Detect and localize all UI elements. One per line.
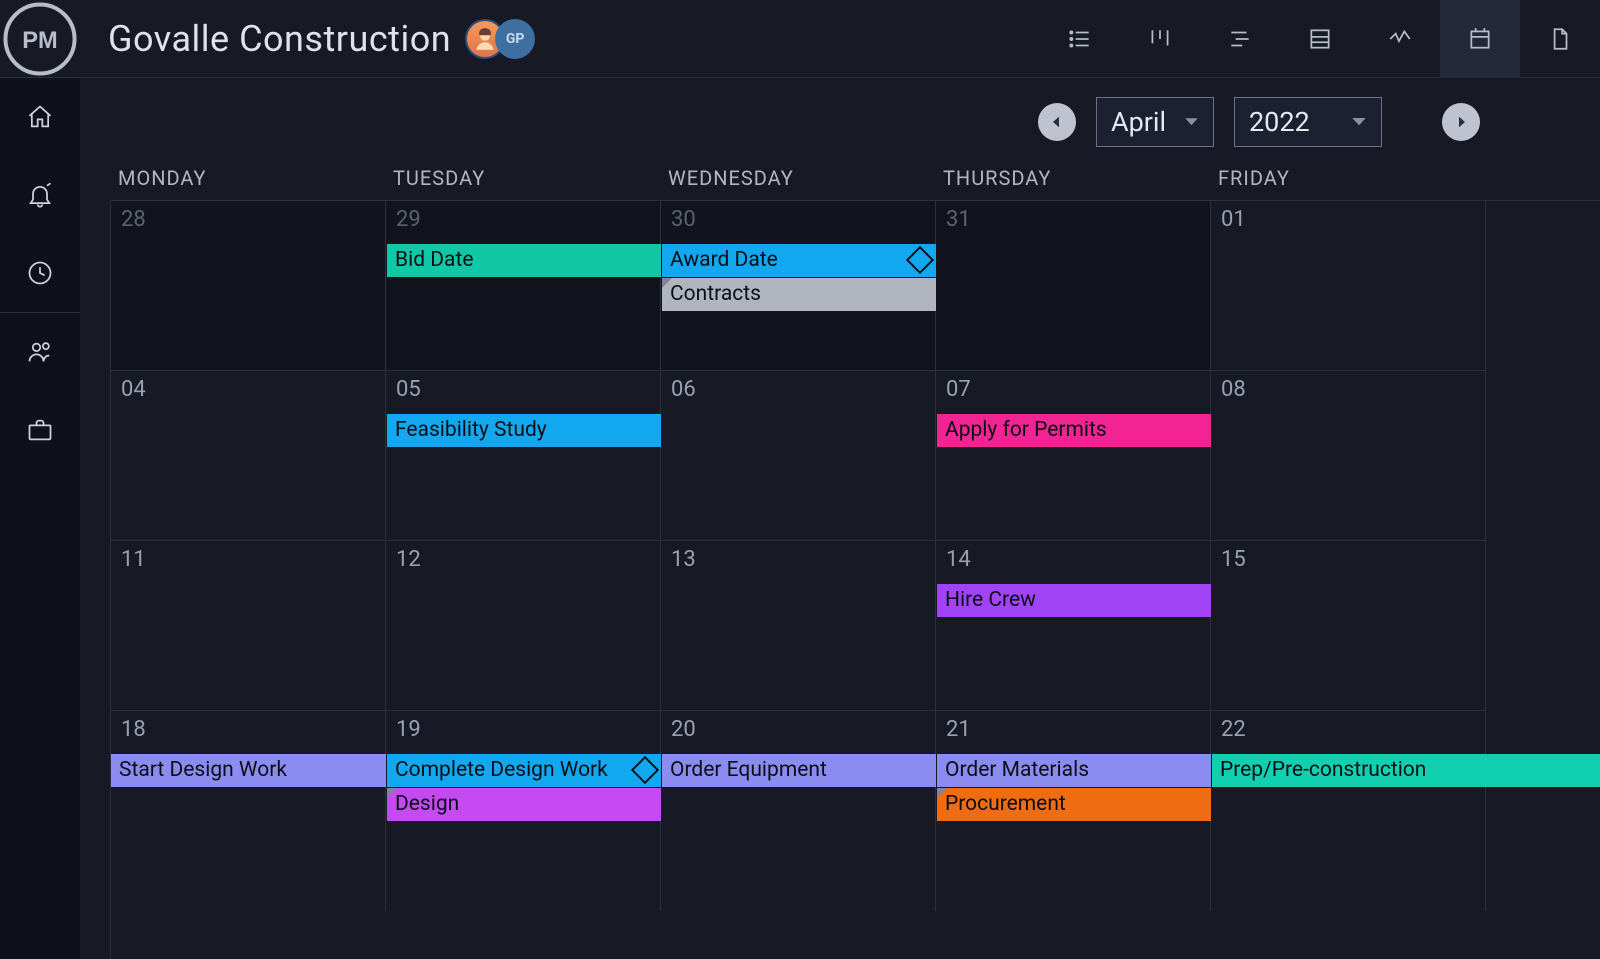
notifications-icon[interactable] (0, 156, 80, 234)
day-cell[interactable]: 13 (661, 541, 936, 711)
day-cell[interactable]: 31 (936, 201, 1211, 371)
day-cell[interactable]: 18 (111, 711, 386, 911)
event-bid-date[interactable]: Bid Date (387, 244, 661, 277)
day-cell[interactable]: 06 (661, 371, 936, 541)
day-cell[interactable]: 01 (1211, 201, 1486, 371)
event-complete-design[interactable]: Complete Design Work (387, 754, 661, 787)
weekday-header: FRIDAY (1218, 166, 1493, 202)
day-cell[interactable]: 11 (111, 541, 386, 711)
event-contracts[interactable]: Contracts (662, 278, 936, 311)
milestone-icon (906, 246, 934, 274)
day-cell[interactable]: 07 (936, 371, 1211, 541)
chevron-down-icon (1351, 116, 1367, 128)
month-select[interactable]: April (1096, 97, 1214, 147)
chevron-down-icon (1184, 116, 1199, 128)
view-board[interactable] (1120, 0, 1200, 78)
weekday-header: TUESDAY (393, 166, 668, 202)
year-select[interactable]: 2022 (1234, 97, 1382, 147)
view-files[interactable] (1520, 0, 1600, 78)
day-cell[interactable]: 12 (386, 541, 661, 711)
day-cell[interactable]: 22 (1211, 711, 1486, 911)
view-workload[interactable] (1360, 0, 1440, 78)
year-select-value: 2022 (1249, 106, 1310, 138)
day-cell[interactable]: 28 (111, 201, 386, 371)
event-prep[interactable]: Prep/Pre-construction (1212, 754, 1600, 787)
event-order-materials[interactable]: Order Materials (937, 754, 1211, 787)
team-icon[interactable] (0, 313, 80, 391)
month-select-value: April (1111, 106, 1166, 138)
event-award-date[interactable]: Award Date (662, 244, 936, 277)
recent-icon[interactable] (0, 234, 80, 312)
next-month-button[interactable] (1442, 103, 1480, 141)
event-order-equipment[interactable]: Order Equipment (662, 754, 936, 787)
event-design[interactable]: Design (387, 788, 661, 821)
day-cell[interactable]: 20 (661, 711, 936, 911)
event-feasibility[interactable]: Feasibility Study (387, 414, 661, 447)
milestone-icon (631, 756, 659, 784)
home-icon[interactable] (0, 78, 80, 156)
task-notch-icon (937, 788, 947, 798)
weekday-header: WEDNESDAY (668, 166, 943, 202)
view-calendar[interactable] (1440, 0, 1520, 78)
app-logo[interactable]: PM (0, 0, 80, 78)
day-cell[interactable]: 05 (386, 371, 661, 541)
project-title: Govalle Construction (108, 18, 451, 60)
view-list[interactable] (1040, 0, 1120, 78)
day-cell[interactable]: 29 (386, 201, 661, 371)
member-avatar-initials[interactable]: GP (495, 19, 535, 59)
day-cell[interactable]: 08 (1211, 371, 1486, 541)
event-start-design[interactable]: Start Design Work (111, 754, 386, 787)
weekday-header: MONDAY (118, 166, 393, 202)
day-cell[interactable]: 14 (936, 541, 1211, 711)
task-notch-icon (662, 278, 672, 288)
svg-text:PM: PM (22, 28, 57, 54)
event-procurement[interactable]: Procurement (937, 788, 1211, 821)
view-sheet[interactable] (1280, 0, 1360, 78)
task-notch-icon (387, 788, 397, 798)
weekday-header: THURSDAY (943, 166, 1218, 202)
prev-month-button[interactable] (1038, 103, 1076, 141)
event-hire-crew[interactable]: Hire Crew (937, 584, 1211, 617)
day-cell[interactable]: 15 (1211, 541, 1486, 711)
day-cell[interactable]: 04 (111, 371, 386, 541)
event-permits[interactable]: Apply for Permits (937, 414, 1211, 447)
briefcase-icon[interactable] (0, 391, 80, 469)
view-gantt[interactable] (1200, 0, 1280, 78)
